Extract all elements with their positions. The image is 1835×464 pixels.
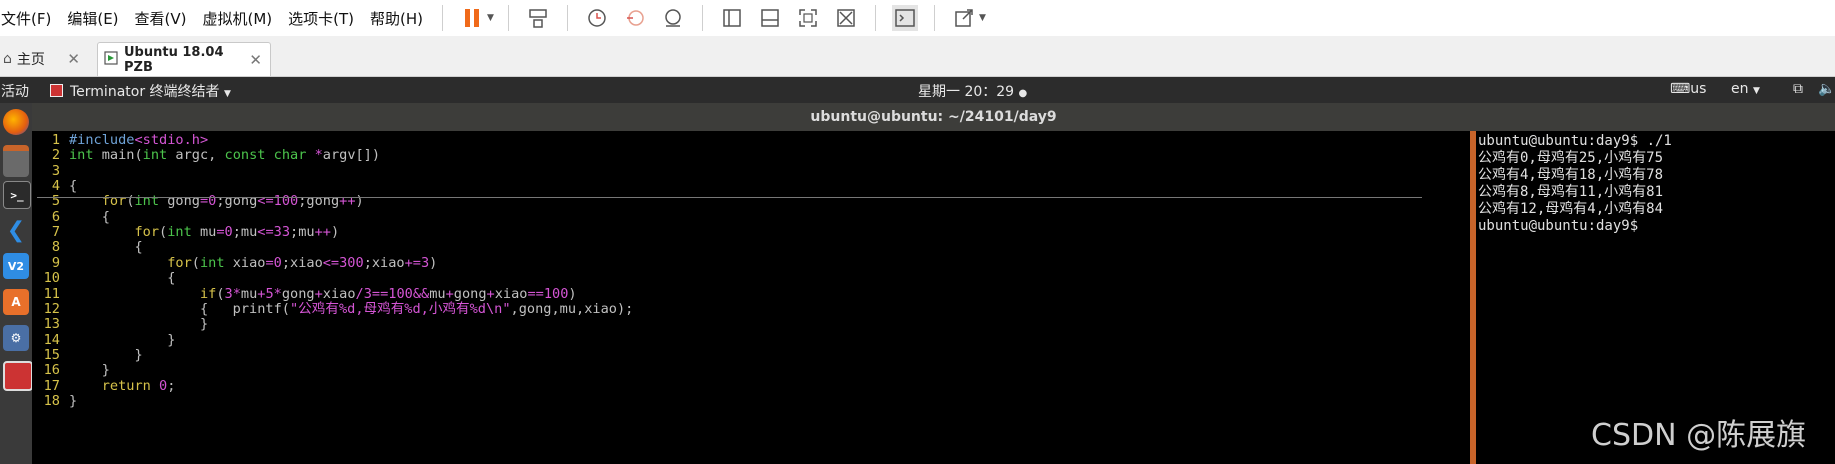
menu-file[interactable]: 文件(F) <box>0 8 60 29</box>
vm-icon <box>104 50 118 69</box>
toolbar-divider <box>701 5 703 31</box>
clock[interactable]: 星期一 20：29 ● <box>918 81 1027 101</box>
tab-ubuntu-vm[interactable]: Ubuntu 18.04 PZB ✕ <box>97 42 271 76</box>
revert-snapshot-icon[interactable] <box>622 5 648 31</box>
keyboard-icon: ⌨ <box>1670 81 1691 97</box>
language-indicator[interactable]: en ▼ <box>1731 81 1760 97</box>
snapshot-icon[interactable] <box>584 5 610 31</box>
terminal-line: ubuntu@ubuntu:day9$ <box>1478 218 1647 234</box>
chevron-down-icon[interactable]: ▼ <box>487 13 494 23</box>
notification-dot-icon: ● <box>1018 88 1028 99</box>
watermark: CSDN @陈展旗 <box>1591 418 1807 453</box>
line-number: 18 <box>43 392 60 409</box>
volume-icon[interactable]: 🔈 <box>1818 81 1835 97</box>
terminal-icon[interactable] <box>891 5 918 31</box>
close-icon[interactable]: ✕ <box>249 51 262 69</box>
menu-tabs[interactable]: 选项卡(T) <box>287 8 363 29</box>
firefox-icon[interactable] <box>3 109 29 135</box>
sidebar-view-icon[interactable] <box>719 5 745 31</box>
cursor-line <box>37 197 1422 198</box>
software-icon[interactable]: A <box>3 289 29 315</box>
toolbar-divider <box>933 5 935 31</box>
toolbar-divider <box>507 5 509 31</box>
app-menu[interactable]: Terminator 终端终结者 ▼ <box>50 81 231 101</box>
fullscreen-icon[interactable] <box>795 5 821 31</box>
ubuntu-dock: >_ ❮ V2 A ⚙ <box>0 103 33 464</box>
toolbar-divider <box>566 5 568 31</box>
vim-editor-pane[interactable]: 1 #include<stdio.h> 2 int main(int argc, co… <box>32 131 1470 464</box>
keyboard-label: us <box>1690 81 1707 97</box>
tab-home[interactable]: ⌂ 主页 ✕ <box>0 42 88 75</box>
toolbar-divider <box>874 5 876 31</box>
language-label: en <box>1731 81 1749 97</box>
code-line[interactable]: 18} <box>32 392 1470 410</box>
keyboard-indicator[interactable]: ⌨us <box>1670 81 1706 97</box>
terminal-icon[interactable]: >_ <box>3 181 31 209</box>
app-menu-label: Terminator 终端终结者 <box>70 84 220 100</box>
menu-view[interactable]: 查看(V) <box>134 8 196 29</box>
menu-edit[interactable]: 编辑(E) <box>66 8 127 29</box>
window-title: ubuntu@ubuntu: ~/24101/day9 <box>32 103 1835 131</box>
terminator-icon <box>50 84 63 97</box>
chevron-down-icon[interactable]: ▼ <box>979 13 986 23</box>
tab-label: 主页 <box>16 51 45 68</box>
network-icon[interactable]: ⧉ <box>1793 81 1803 97</box>
clock-text: 星期一 20：29 <box>918 84 1015 100</box>
toolbar-divider <box>442 5 444 31</box>
vscode-icon[interactable]: ❮ <box>3 217 29 243</box>
code-text: } <box>69 392 78 409</box>
settings-icon[interactable]: ⚙ <box>3 325 29 351</box>
stretch-icon[interactable] <box>951 5 977 31</box>
chevron-down-icon: ▼ <box>224 89 231 99</box>
close-icon[interactable]: ✕ <box>67 50 80 68</box>
menu-vm[interactable]: 虚拟机(M) <box>202 8 282 29</box>
tab-label: Ubuntu 18.04 PZB <box>124 44 224 75</box>
menu-help[interactable]: 帮助(H) <box>369 8 432 29</box>
console-view-icon[interactable] <box>757 5 783 31</box>
vm-tab-bar: ⌂ 主页 ✕ Ubuntu 18.04 PZB ✕ <box>0 36 1835 77</box>
home-icon: ⌂ <box>3 50 12 67</box>
vm-toolbar: ▼ ▼ <box>432 0 990 36</box>
vmware-icon[interactable]: V2 <box>3 253 29 279</box>
vmware-menubar: 文件(F) 编辑(E) 查看(V) 虚拟机(M) 选项卡(T) 帮助(H) ▼ <box>0 0 1835 36</box>
chevron-down-icon: ▼ <box>1752 86 1760 96</box>
unity-icon[interactable] <box>833 5 859 31</box>
gnome-top-bar: 活动 Terminator 终端终结者 ▼ 星期一 20：29 ● ⌨us en… <box>0 77 1835 103</box>
files-icon[interactable] <box>3 145 29 177</box>
pause-icon[interactable] <box>459 5 485 31</box>
terminator-icon[interactable] <box>3 361 33 391</box>
snapshot-manager-icon[interactable] <box>660 5 686 31</box>
activities-button[interactable]: 活动 <box>1 81 29 101</box>
send-keys-icon[interactable] <box>525 5 551 31</box>
